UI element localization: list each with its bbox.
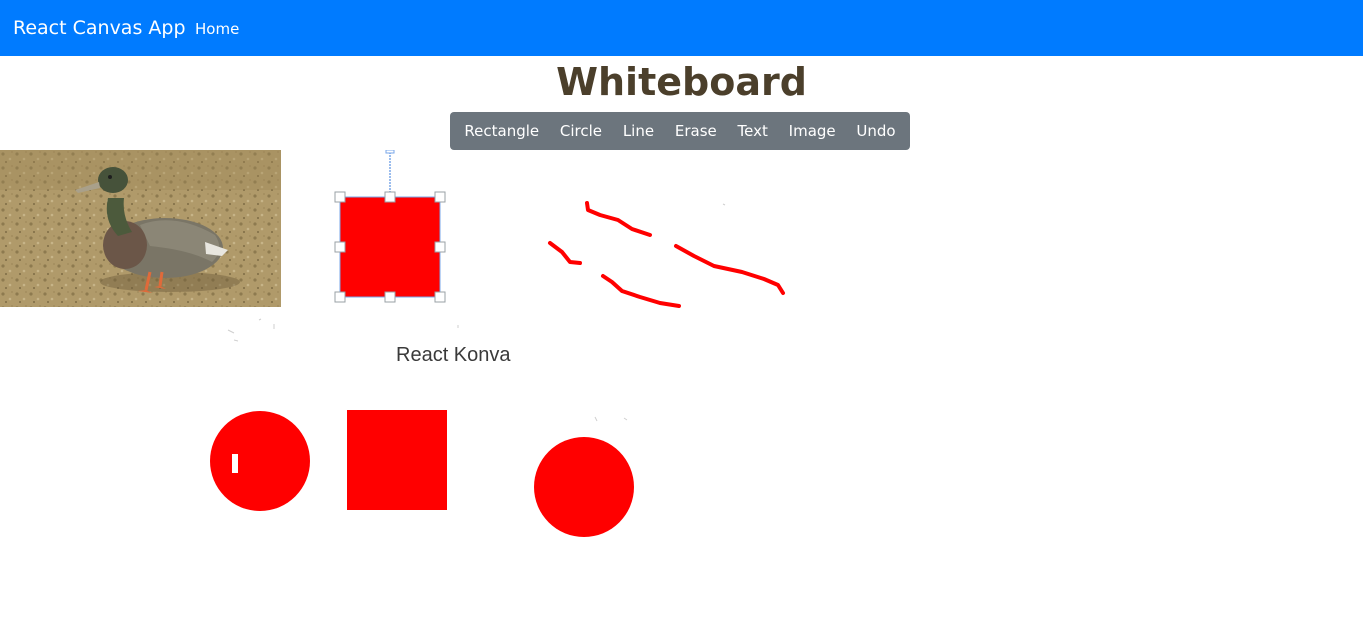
duck-head (98, 167, 128, 193)
image-button[interactable]: Image (789, 121, 836, 141)
resize-handle-bottom-left[interactable] (334, 291, 346, 303)
freehand-line-lower-tail[interactable] (601, 274, 681, 308)
line-button[interactable]: Line (623, 121, 654, 141)
erased-mark (232, 454, 238, 473)
navbar-brand[interactable]: React Canvas App (13, 16, 186, 40)
whiteboard-canvas[interactable]: React Konva (0, 150, 1363, 625)
freehand-lines[interactable] (548, 201, 785, 308)
resize-handle-bottom-center[interactable] (384, 291, 396, 303)
duck-image[interactable] (0, 150, 281, 307)
resize-handle-bottom-right[interactable] (434, 291, 446, 303)
sand-shade (0, 150, 281, 190)
selected-rectangle-group[interactable] (334, 150, 446, 303)
rectangle-shape[interactable] (347, 410, 447, 510)
freehand-line-lower[interactable] (548, 241, 582, 265)
selected-rectangle[interactable] (340, 197, 440, 297)
nav-link-home[interactable]: Home (195, 19, 239, 39)
freehand-line-upper-tail[interactable] (674, 244, 785, 295)
resize-handle-middle-left[interactable] (334, 241, 346, 253)
navbar: React Canvas App Home (0, 0, 1363, 56)
resize-handle-top-left[interactable] (334, 191, 346, 203)
rectangle-button[interactable]: Rectangle (464, 121, 539, 141)
circle-shape-left[interactable] (210, 411, 310, 511)
undo-button[interactable]: Undo (856, 121, 895, 141)
resize-handle-top-right[interactable] (434, 191, 446, 203)
rotate-handle[interactable] (385, 150, 395, 154)
resize-handle-middle-right[interactable] (434, 241, 446, 253)
duck-eye (108, 175, 112, 179)
text-button[interactable]: Text (738, 121, 768, 141)
duck-leg-right (158, 271, 164, 287)
resize-handle-top-center[interactable] (384, 191, 396, 203)
freehand-line-upper[interactable] (585, 201, 652, 237)
drawing-toolbar: Rectangle Circle Line Erase Text Image U… (450, 112, 910, 150)
circle-shape-right[interactable] (534, 437, 634, 537)
canvas-text-item[interactable]: React Konva (396, 343, 511, 367)
circle-button[interactable]: Circle (560, 121, 602, 141)
page-title: Whiteboard (556, 60, 807, 104)
erase-button[interactable]: Erase (675, 121, 717, 141)
